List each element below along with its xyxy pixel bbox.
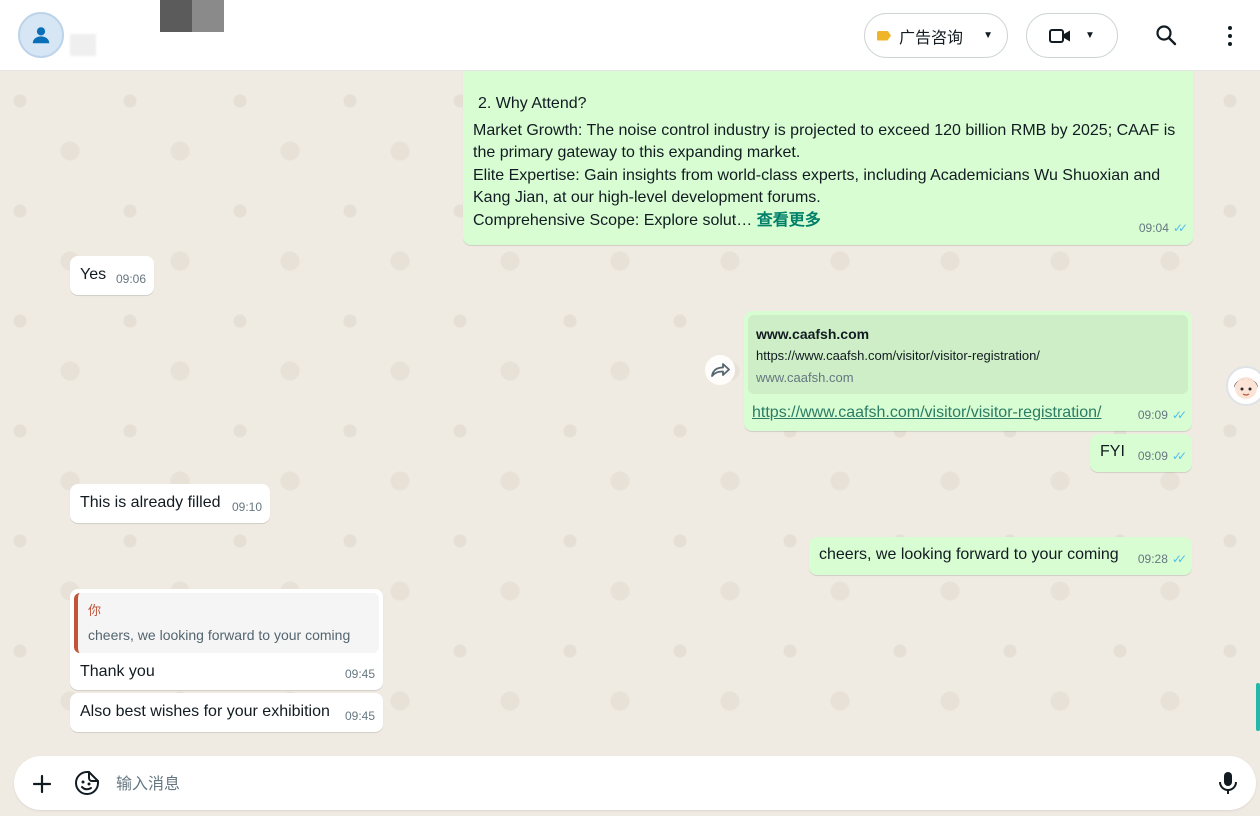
voice-message-button[interactable]: [1216, 770, 1240, 796]
read-ticks-icon: ✓✓: [1171, 448, 1187, 463]
read-ticks-icon: ✓✓: [1171, 551, 1187, 566]
message-line: Elite Expertise: Gain insights from worl…: [473, 166, 1161, 207]
label-button-text: 广告咨询: [899, 29, 964, 47]
message-time: 09:09 ✓✓: [1137, 445, 1187, 468]
forward-icon: [711, 363, 730, 377]
message-text: Also best wishes for your exhibition: [80, 703, 330, 720]
sticker-button[interactable]: [74, 770, 100, 796]
link-preview[interactable]: www.caafsh.com https://www.caafsh.com/vi…: [748, 315, 1188, 394]
forward-button[interactable]: [705, 355, 735, 385]
preview-domain: www.caafsh.com: [756, 370, 854, 385]
time-text: 09:09: [1137, 407, 1168, 422]
person-icon: [32, 27, 50, 44]
quote-text: cheers, we looking forward to your comin…: [88, 627, 351, 643]
message-text: FYI: [1100, 443, 1125, 460]
floating-assistant-avatar[interactable]: [1226, 366, 1260, 406]
redacted-image: [160, 0, 224, 32]
search-icon: [1156, 25, 1177, 46]
message-time: 09:28 ✓✓: [1137, 548, 1187, 571]
read-ticks-icon: ✓✓: [1172, 220, 1188, 235]
message-why-attend[interactable]: 2. Why Attend? Market Growth: The noise …: [463, 71, 1193, 245]
message-title: 2. Why Attend?: [478, 95, 587, 112]
preview-url: https://www.caafsh.com/visitor/visitor-r…: [756, 348, 1040, 363]
message-time: 09:04 ✓✓: [1138, 217, 1188, 240]
quoted-message[interactable]: 你 cheers, we looking forward to your com…: [74, 593, 379, 653]
plus-icon: [32, 774, 52, 794]
message-cheers[interactable]: cheers, we looking forward to your comin…: [809, 537, 1192, 575]
message-time: 09:09 ✓✓: [1137, 404, 1187, 427]
time-text: 09:04: [1138, 220, 1169, 235]
message-best-wishes[interactable]: Also best wishes for your exhibition 09:…: [70, 693, 383, 732]
message-text: cheers, we looking forward to your comin…: [819, 546, 1119, 563]
message-thank-you[interactable]: 你 cheers, we looking forward to your com…: [70, 589, 383, 690]
read-more-link[interactable]: 查看更多: [757, 212, 821, 229]
message-time: 09:06: [115, 271, 146, 286]
sticker-icon: [75, 771, 99, 795]
video-call-button[interactable]: ▼: [1026, 13, 1118, 58]
more-vert-icon[interactable]: [1220, 24, 1240, 48]
chat-header: 广告咨询 ▼ ▼: [0, 0, 1260, 71]
read-ticks-icon: ✓✓: [1171, 407, 1187, 422]
message-line-truncated: Comprehensive Scope: Explore solut… 查看更多: [473, 210, 1179, 233]
message-line: Comprehensive Scope: Explore solut…: [473, 211, 753, 229]
message-link[interactable]: www.caafsh.com https://www.caafsh.com/vi…: [744, 311, 1192, 431]
mic-icon: [1219, 772, 1237, 794]
blurred-contact-name: [70, 34, 96, 56]
message-text: Thank you: [80, 663, 155, 680]
message-text: Yes: [80, 266, 107, 283]
chevron-down-icon: ▼: [1085, 30, 1095, 41]
assistant-face-icon: [1234, 377, 1258, 399]
label-icon: [877, 30, 891, 41]
search-button[interactable]: [1155, 24, 1177, 51]
message-line: Market Growth: The noise control industr…: [473, 121, 1176, 162]
quote-author: 你: [88, 603, 102, 618]
message-already-filled[interactable]: This is already filled 09:10: [70, 484, 270, 523]
attach-button[interactable]: [30, 772, 54, 796]
time-text: 09:28: [1137, 551, 1168, 566]
label-dropdown-button[interactable]: 广告咨询 ▼: [864, 13, 1008, 58]
message-time: 09:10: [231, 499, 262, 514]
message-fyi[interactable]: FYI 09:09 ✓✓: [1090, 434, 1192, 472]
contact-avatar[interactable]: [18, 12, 64, 58]
video-icon: [1049, 28, 1071, 43]
message-input[interactable]: [116, 770, 1176, 796]
time-text: 09:09: [1137, 448, 1168, 463]
message-text: This is already filled: [80, 494, 221, 511]
preview-site: www.caafsh.com: [756, 326, 870, 342]
message-time: 09:45: [344, 708, 375, 723]
chevron-down-icon: ▼: [983, 30, 993, 41]
side-tab[interactable]: [1256, 683, 1260, 731]
message-link-url[interactable]: https://www.caafsh.com/visitor/visitor-r…: [752, 404, 1101, 421]
message-time: 09:45: [344, 666, 375, 681]
message-yes[interactable]: Yes 09:06: [70, 256, 154, 295]
